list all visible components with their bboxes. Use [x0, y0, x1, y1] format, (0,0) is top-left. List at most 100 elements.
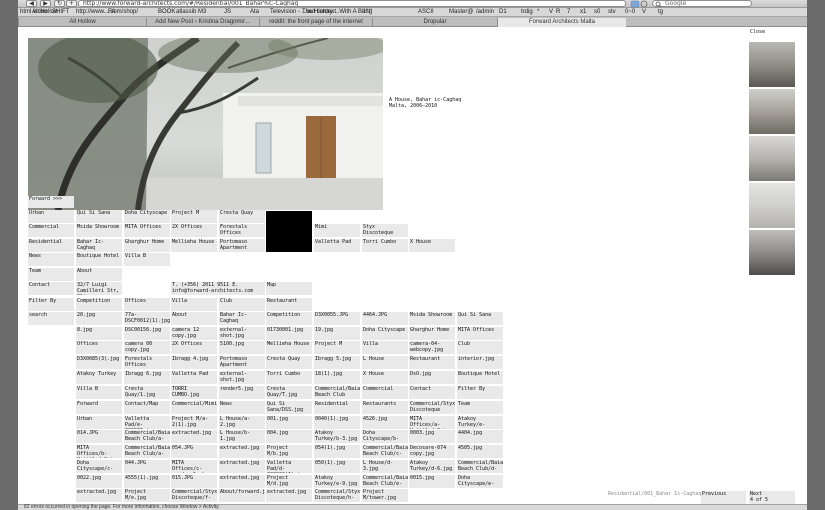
grid-cell[interactable]: Restaurant: [409, 356, 455, 369]
grid-cell[interactable]: Villa B: [124, 253, 170, 266]
grid-cell[interactable]: camera 12 copy.jpg: [171, 327, 217, 340]
grid-cell[interactable]: 001.jpg: [266, 416, 312, 429]
bookmark-item[interactable]: 7: [567, 9, 570, 15]
grid-cell[interactable]: Urban: [76, 416, 122, 429]
project-thumbnail[interactable]: [749, 183, 795, 228]
forward-button[interactable]: ▶: [40, 0, 51, 7]
bookmark-item[interactable]: D1: [499, 9, 507, 15]
grid-cell[interactable]: Map: [266, 282, 312, 295]
bookmark-item[interactable]: !!!!!!: [362, 9, 372, 15]
bookmark-item[interactable]: Ata: [250, 9, 259, 15]
grid-cell[interactable]: Cresta Quay: [219, 210, 265, 223]
grid-cell[interactable]: Project M/d.jpg: [266, 475, 312, 488]
address-bar[interactable]: http://www.forward-architects.com/#/Resi…: [78, 0, 626, 7]
grid-cell[interactable]: 050(1).jpg: [314, 460, 360, 473]
grid-cell[interactable]: X House: [362, 371, 408, 384]
bookmark-item[interactable]: BOOK: [158, 9, 175, 15]
grid-cell[interactable]: L House/b-1.jpg: [219, 430, 265, 443]
tab-1[interactable]: All Hollow: [18, 18, 146, 27]
grid-cell[interactable]: camera 00 copy.jpg: [124, 341, 170, 354]
grid-cell[interactable]: Contact: [409, 386, 455, 399]
grid-cell[interactable]: 4555(1).jpg: [124, 475, 170, 488]
grid-cell[interactable]: News: [28, 253, 74, 266]
grid-cell[interactable]: Project M/tower.jpg: [362, 489, 408, 502]
grid-cell[interactable]: Mellieha House: [171, 239, 217, 252]
grid-cell[interactable]: extracted.jpg: [219, 445, 265, 458]
bookmark-item[interactable]: trdig: [521, 9, 533, 15]
grid-cell[interactable]: 18(1).jpg: [314, 371, 360, 384]
grid-cell[interactable]: Atakoy Turkey/e-9.jpg: [314, 475, 360, 488]
grid-cell[interactable]: Commercial/Baia Beach Club/a-: [124, 430, 170, 443]
grid-cell[interactable]: 4404.jpg: [457, 430, 503, 443]
grid-cell[interactable]: Commercial/Baia Beach Club: [314, 386, 360, 399]
grid-cell[interactable]: Project M: [314, 341, 360, 354]
grid-cell[interactable]: extracted.jpg: [266, 489, 312, 502]
grid-cell[interactable]: Atakoy Turkey/d-6.jpg: [409, 460, 455, 473]
reload-button[interactable]: ↻: [54, 0, 65, 7]
bookmark-item[interactable]: atlassib: [176, 9, 196, 15]
grid-cell[interactable]: Qui Si Sana: [76, 210, 122, 223]
grid-cell[interactable]: 0022.jpg: [76, 475, 122, 488]
grid-cell[interactable]: Club: [219, 298, 265, 311]
grid-cell[interactable]: external-shot.jpg: [219, 327, 265, 340]
grid-cell[interactable]: Cresta Quay/T.jpg: [266, 386, 312, 399]
grid-cell[interactable]: 4526.jpg: [362, 416, 408, 429]
grid-cell[interactable]: TORRI CUMBO.jpg: [171, 386, 217, 399]
grid-cell[interactable]: extracted.jpg: [219, 475, 265, 488]
grid-cell[interactable]: Team: [28, 268, 74, 281]
grid-cell[interactable]: MITA Offices: [124, 224, 170, 237]
grid-cell[interactable]: Atakoy Turkey: [76, 371, 122, 384]
grid-cell[interactable]: Ibragg 5.jpg: [314, 356, 360, 369]
grid-cell[interactable]: About/forward.jpg: [219, 489, 265, 502]
grid-cell[interactable]: Commercial/Styx Discoteque: [409, 401, 455, 414]
grid-cell[interactable]: Restaurants: [362, 401, 408, 414]
grid-cell[interactable]: Gharghur Home: [409, 327, 455, 340]
grid-cell[interactable]: Residential: [314, 401, 360, 414]
grid-cell[interactable]: Valletta Pad: [314, 239, 360, 252]
bookmark-item[interactable]: x1: [580, 9, 586, 15]
grid-cell[interactable]: 054.JPG: [171, 445, 217, 458]
grid-cell[interactable]: Ibragg 4.jpg: [171, 356, 217, 369]
grid-cell[interactable]: News: [219, 401, 265, 414]
grid-cell[interactable]: Contact/Map: [124, 401, 170, 414]
grid-cell[interactable]: 01730001.jpg: [266, 327, 312, 340]
grid-cell[interactable]: Project M/e.jpg: [124, 489, 170, 502]
grid-cell[interactable]: T. (+356) 2011 9511 E. info@forward-arch…: [171, 282, 265, 295]
grid-cell[interactable]: Mellieha House: [266, 341, 312, 354]
grid-cell[interactable]: Atakoy Turkey/e-: [457, 416, 503, 429]
grid-cell[interactable]: Commercial/Styx Discoteque/h-: [314, 489, 360, 502]
grid-cell[interactable]: 5100.jpg: [219, 341, 265, 354]
grid-cell[interactable]: Commercial/Baia Beach Club/d-: [457, 460, 503, 473]
bookmark-item[interactable]: Master@: [449, 9, 473, 15]
next-button[interactable]: Next 4 of 5: [749, 491, 795, 504]
grid-cell[interactable]: Commercial/Baia Beach Club/c-: [362, 445, 408, 458]
tab-3[interactable]: reddit: the front page of the internet: [259, 18, 372, 27]
grid-cell[interactable]: Villa: [171, 298, 217, 311]
close-thumbs-button[interactable]: Close: [749, 29, 794, 40]
grid-cell[interactable]: Competition: [266, 312, 312, 325]
grid-cell[interactable]: L House/d-3.jpg: [362, 460, 408, 473]
grid-cell[interactable]: MITA Offices/b-Untitled-2.jpg: [76, 445, 122, 458]
grid-cell[interactable]: Doha Cityscape/b-: [362, 430, 408, 443]
grid-cell[interactable]: interior.jpg: [457, 356, 503, 369]
bookmark-item[interactable]: s0: [594, 9, 600, 15]
grid-cell[interactable]: Project M/a-2(1).jpg: [171, 416, 217, 429]
grid-cell[interactable]: Commercial/Baia Beach Club/a-: [124, 445, 170, 458]
grid-cell[interactable]: MITA Offices: [457, 327, 503, 340]
bookmark-item[interactable]: tg: [658, 9, 663, 15]
grid-cell[interactable]: 0015.jpg: [409, 475, 455, 488]
tab-5[interactable]: Forward Architects Malta: [497, 18, 626, 27]
grid-cell[interactable]: 044.JPG: [124, 460, 170, 473]
grid-cell[interactable]: Urban: [28, 210, 74, 223]
previous-button[interactable]: Previous: [701, 491, 746, 504]
grid-cell[interactable]: 015.JPG: [171, 475, 217, 488]
forward-link[interactable]: Forward >>>: [28, 196, 74, 208]
bookmark-item[interactable]: /admin: [476, 9, 494, 15]
grid-cell[interactable]: Msida Showroom: [76, 224, 122, 237]
grid-cell[interactable]: Boutique Hotel: [76, 253, 122, 266]
grid-cell[interactable]: Msida Showroom: [409, 312, 455, 325]
grid-cell[interactable]: Decosare-074 copy.jpg: [409, 445, 455, 458]
grid-cell[interactable]: Forward: [76, 401, 122, 414]
project-thumbnail[interactable]: [749, 42, 795, 87]
bookmark-item[interactable]: M3: [198, 9, 206, 15]
